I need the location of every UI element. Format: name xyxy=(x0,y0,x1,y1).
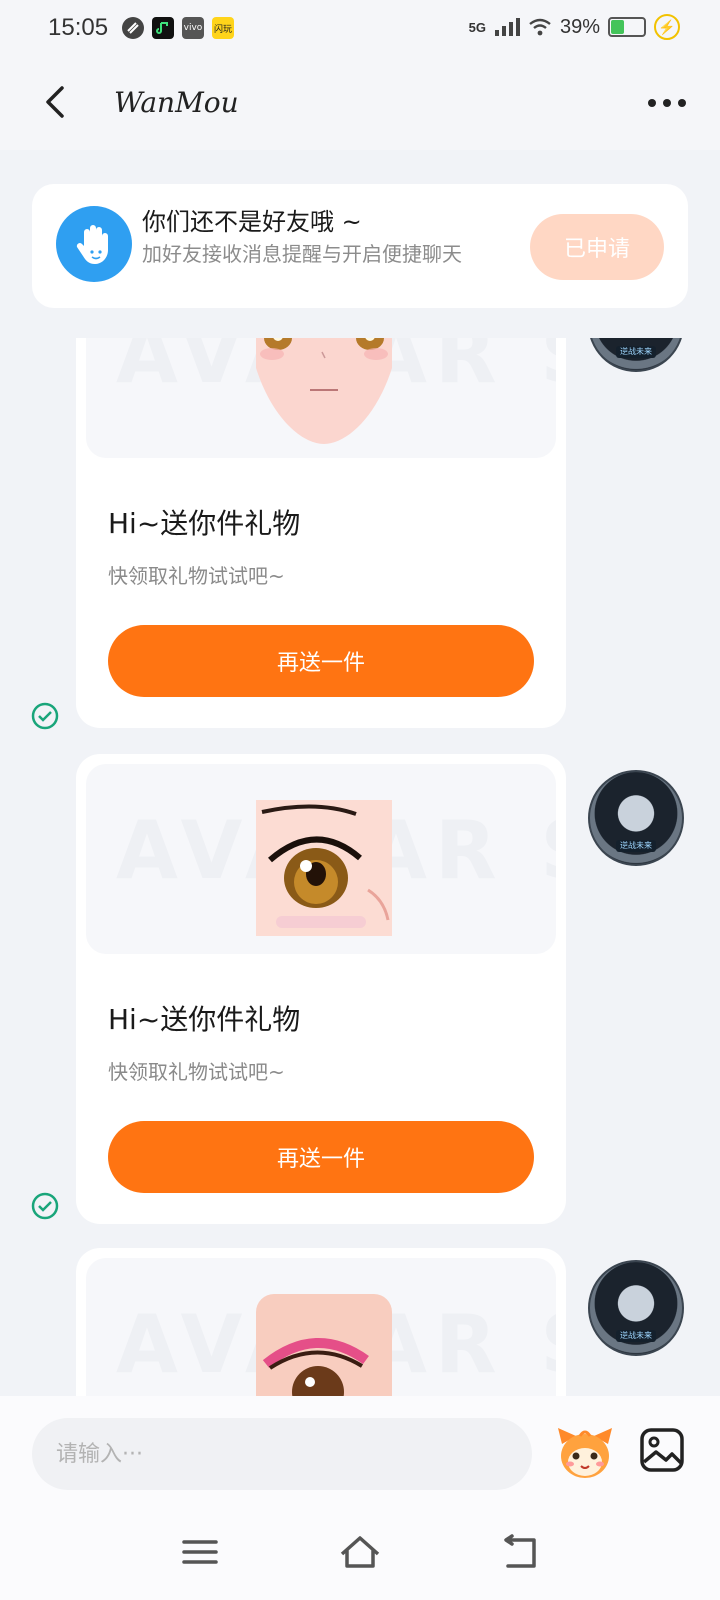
chat-title: WanMou xyxy=(114,86,239,119)
gift-message-card: AVATAR STORE xyxy=(76,1248,566,1396)
message-input[interactable] xyxy=(32,1418,532,1490)
gift-message-card: AVATAR STORE Hi~送你件礼物 快领取礼物试试吧~ 再送一件 xyxy=(76,338,566,728)
menu-icon[interactable] xyxy=(178,1532,222,1572)
send-again-button[interactable]: 再送一件 xyxy=(108,1121,534,1193)
message-list[interactable]: AVATAR STORE Hi~送你件礼物 快领取礼物试试吧~ 再送一件 逆战未… xyxy=(0,338,720,1396)
shanwan-app-icon: 闪玩 xyxy=(212,17,234,39)
avatar-makeup-image xyxy=(256,1294,392,1396)
emoji-sticker-icon[interactable] xyxy=(554,1422,616,1484)
wave-hand-icon xyxy=(56,206,132,282)
wifi-icon xyxy=(529,18,551,36)
friend-request-banner: 你们还不是好友哦 ~ 加好友接收消息提醒与开启便捷聊天 已申请 xyxy=(32,184,688,308)
gift-message-card: AVATAR STORE Hi~送你件礼物 快领取礼物试试吧~ 再送一件 xyxy=(76,754,566,1224)
message-input-bar xyxy=(0,1396,720,1508)
status-bar: 15:05 vivo 闪玩 5G 39% ⚡ xyxy=(0,0,720,58)
battery-percent: 39% xyxy=(559,15,600,38)
status-time: 15:05 xyxy=(48,14,109,41)
gift-title: Hi~送你件礼物 xyxy=(108,507,301,540)
home-icon[interactable] xyxy=(338,1532,382,1572)
battery-icon xyxy=(608,17,646,37)
chat-header: WanMou xyxy=(0,58,720,150)
banner-title: 你们还不是好友哦 ~ xyxy=(142,208,362,236)
avatar-frame-label: 逆战未来 xyxy=(616,840,656,852)
image-picker-icon[interactable] xyxy=(638,1426,686,1474)
gift-preview[interactable]: AVATAR STORE xyxy=(86,764,556,954)
back-arrow-icon[interactable] xyxy=(40,82,70,122)
more-options-icon[interactable] xyxy=(644,88,690,118)
status-right: 5G 39% ⚡ xyxy=(469,14,680,40)
back-icon[interactable] xyxy=(498,1532,542,1572)
avatar-eye-image xyxy=(256,800,392,936)
gift-preview[interactable]: AVATAR STORE xyxy=(86,338,556,458)
charging-icon: ⚡ xyxy=(654,14,680,40)
banner-subtitle: 加好友接收消息提醒与开启便捷聊天 xyxy=(142,242,462,266)
send-again-button[interactable]: 再送一件 xyxy=(108,625,534,697)
signal-icon xyxy=(494,18,520,36)
gift-subtitle: 快领取礼物试试吧~ xyxy=(108,1060,285,1084)
network-label: 5G xyxy=(468,19,486,35)
gift-title: Hi~送你件礼物 xyxy=(108,1003,301,1036)
link-app-icon xyxy=(122,17,144,39)
music-app-icon xyxy=(152,17,174,39)
avatar-face-image xyxy=(256,338,392,444)
sent-check-icon xyxy=(31,1192,59,1220)
avatar-frame-label: 逆战未来 xyxy=(616,1330,656,1342)
sent-check-icon xyxy=(31,702,59,730)
user-avatar[interactable]: 逆战未来 xyxy=(588,1260,684,1356)
vivo-app-icon: vivo xyxy=(182,17,204,39)
status-app-icons: vivo 闪玩 xyxy=(122,17,234,39)
gift-subtitle: 快领取礼物试试吧~ xyxy=(108,564,285,588)
user-avatar[interactable]: 逆战未来 xyxy=(588,338,684,372)
avatar-frame-label: 逆战未来 xyxy=(616,346,656,358)
applied-button[interactable]: 已申请 xyxy=(530,214,664,280)
gift-preview[interactable]: AVATAR STORE xyxy=(86,1258,556,1396)
system-nav-bar xyxy=(0,1508,720,1600)
user-avatar[interactable]: 逆战未来 xyxy=(588,770,684,866)
